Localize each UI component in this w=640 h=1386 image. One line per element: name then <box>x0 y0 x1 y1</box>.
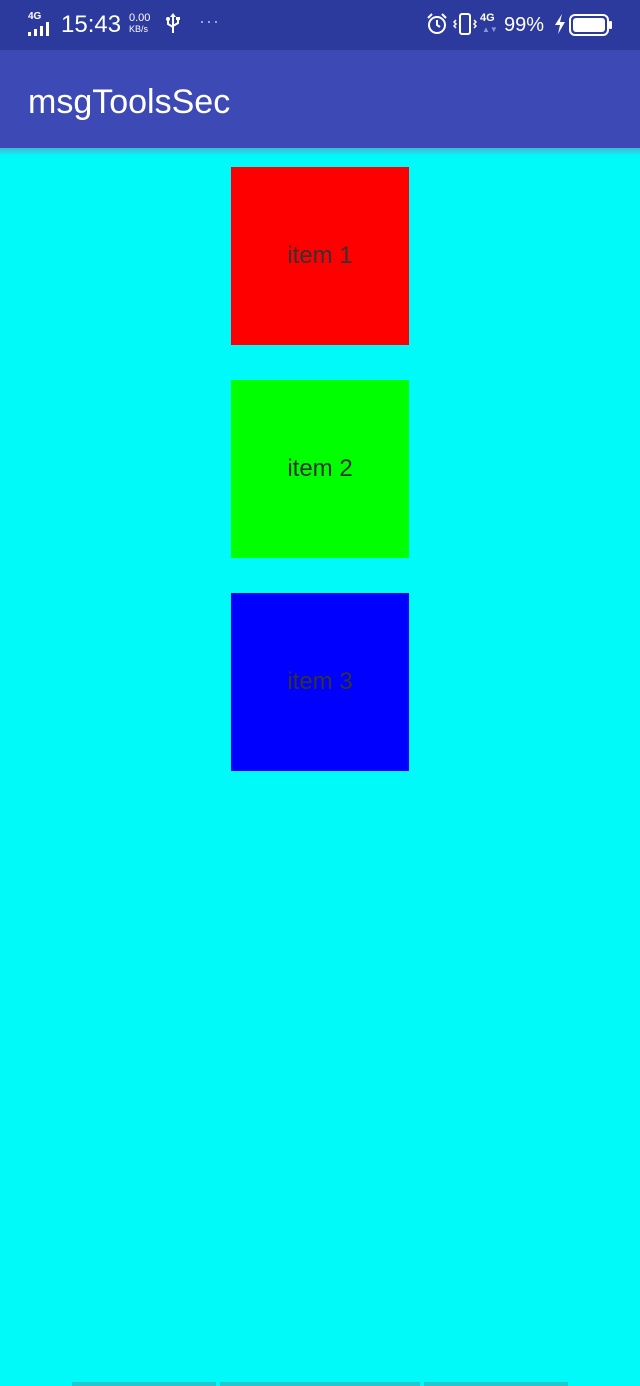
battery-icon <box>569 14 612 36</box>
more-notifications-icon: ··· <box>199 11 220 31</box>
bottom-indicator <box>424 1382 568 1386</box>
network-indicator: 4G <box>28 12 54 36</box>
item-label: item 1 <box>287 242 353 269</box>
alarm-icon <box>427 13 447 34</box>
list-item[interactable]: item 1 <box>231 167 409 345</box>
app-bar-shadow <box>0 148 640 156</box>
bottom-indicator <box>72 1382 216 1386</box>
mobile-data-indicator: 4G ▲▼ <box>480 12 500 38</box>
status-bar: 4G 15:43 0.00 KB/s ··· 4G ▲▼ 99% <box>0 0 640 50</box>
clock-time: 15:43 <box>61 11 122 38</box>
network-speed-unit: KB/s <box>129 24 149 34</box>
network-type-label: 4G <box>28 11 42 22</box>
charging-icon <box>555 14 565 34</box>
item-label: item 2 <box>287 455 353 482</box>
mobile-data-label: 4G <box>480 12 495 24</box>
usb-icon <box>166 13 180 33</box>
battery-percent: 99% <box>504 14 545 36</box>
signal-icon <box>28 22 49 36</box>
app-title: msgToolsSec <box>28 83 231 121</box>
network-speed-value: 0.00 <box>129 12 151 24</box>
vibrate-icon <box>453 13 477 35</box>
bottom-indicator <box>220 1382 420 1386</box>
network-speed: 0.00 KB/s <box>129 13 163 35</box>
list-item[interactable]: item 2 <box>231 380 409 558</box>
data-activity-icon: ▲▼ <box>482 25 498 34</box>
list-item[interactable]: item 3 <box>231 593 409 771</box>
item-label: item 3 <box>287 668 353 695</box>
